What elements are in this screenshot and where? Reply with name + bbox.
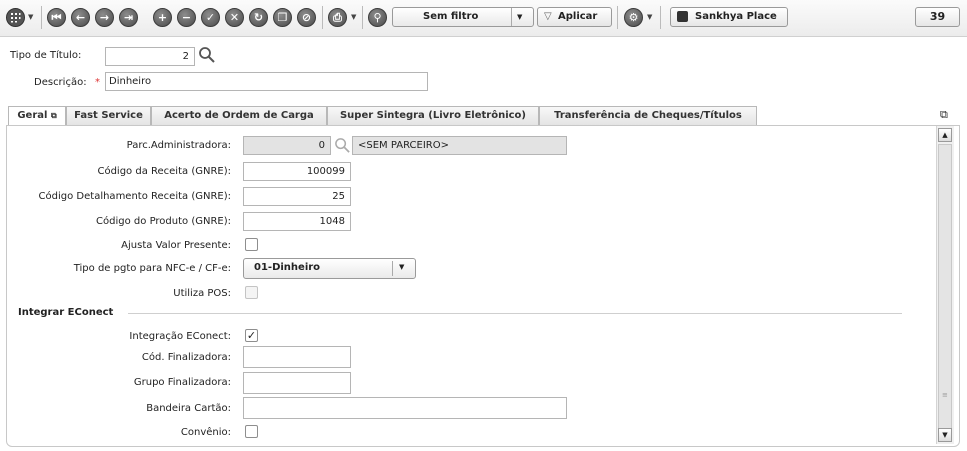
tab-super-sintegra[interactable]: Super Sintegra (Livro Eletrônico) [327, 106, 539, 125]
sankhya-place-button[interactable]: Sankhya Place [670, 7, 788, 27]
descricao-value: Dinheiro [109, 76, 152, 87]
apply-filter-button[interactable]: ▽ Aplicar [537, 7, 612, 27]
descricao-input[interactable]: Dinheiro [105, 72, 428, 91]
separator [41, 6, 42, 29]
cod-receita-label: Código da Receita (GNRE): [97, 166, 231, 177]
filter-icon[interactable]: ⚲ [368, 8, 387, 27]
scroll-up-icon[interactable]: ▲ [938, 128, 952, 142]
funnel-icon: ▽ [544, 11, 552, 22]
utiliza-pos-checkbox[interactable] [245, 286, 258, 299]
remove-icon[interactable]: − [177, 8, 196, 27]
tab-geral[interactable]: Geral ⧉ [8, 106, 66, 126]
cod-produto-input[interactable]: 1048 [243, 212, 351, 231]
parc-admin-value: 0 [318, 140, 325, 151]
tab-super-sintegra-label: Super Sintegra (Livro Eletrônico) [339, 110, 526, 121]
confirm-icon[interactable]: ✓ [201, 8, 220, 27]
filter-select-value: Sem filtro [423, 11, 479, 22]
parc-admin-label: Parc.Administradora: [126, 140, 231, 151]
cod-produto-label: Código do Produto (GNRE): [96, 216, 231, 227]
first-record-icon[interactable]: ⏮ [47, 8, 66, 27]
tipo-titulo-label: Tipo de Título: [10, 50, 82, 61]
tab-acerto-label: Acerto de Ordem de Carga [164, 110, 314, 121]
parc-admin-name-value: <SEM PARCEIRO> [358, 140, 449, 151]
ajusta-valor-label: Ajusta Valor Presente: [121, 240, 231, 251]
grid-menu-icon[interactable] [6, 8, 25, 27]
separator [617, 6, 618, 29]
cod-detalhamento-value: 25 [332, 191, 345, 202]
separator [660, 6, 661, 29]
section-divider [128, 313, 902, 314]
bandeira-cartao-label: Bandeira Cartão: [146, 403, 231, 414]
last-record-icon[interactable]: ⇥ [119, 8, 138, 27]
cod-receita-value: 100099 [306, 166, 345, 177]
cod-receita-input[interactable]: 100099 [243, 162, 351, 181]
tab-transferencia[interactable]: Transferência de Cheques/Títulos [539, 106, 757, 125]
chevron-down-icon[interactable]: ▼ [28, 13, 33, 21]
integracao-econect-label: Integração EConect: [129, 331, 231, 342]
cod-detalhamento-input[interactable]: 25 [243, 187, 351, 206]
record-count-badge: 39 [915, 7, 960, 27]
cancel-icon[interactable]: ✕ [225, 8, 244, 27]
chevron-down-icon[interactable]: ▼ [351, 13, 356, 21]
tab-transferencia-label: Transferência de Cheques/Títulos [554, 110, 742, 121]
cod-finalizadora-input[interactable] [243, 346, 351, 368]
bandeira-cartao-input[interactable] [243, 397, 567, 419]
chevron-down-icon: ▼ [399, 263, 405, 271]
chevron-down-icon: ▼ [517, 13, 523, 21]
detach-icon: ⧉ [50, 111, 57, 120]
toolbar: ▼ ⏮ ← → ⇥ + − ✓ ✕ ↻ ❐ ⊘ ⎙ ▼ ⚲ Sem filtro… [0, 0, 967, 37]
tab-fast-service-label: Fast Service [74, 110, 143, 121]
search-icon[interactable] [198, 46, 216, 67]
descricao-label: Descrição: [34, 77, 87, 88]
attach-icon[interactable]: ⊘ [297, 8, 316, 27]
scrollbar-thumb[interactable]: ≡ [938, 144, 952, 442]
refresh-icon[interactable]: ↻ [249, 8, 268, 27]
cod-detalhamento-label: Código Detalhamento Receita (GNRE): [38, 191, 231, 202]
separator [322, 6, 323, 29]
section-title-econect: Integrar EConect [18, 307, 114, 318]
convenio-label: Convênio: [180, 427, 231, 438]
tab-geral-label: Geral [17, 110, 48, 121]
tipo-pgto-select[interactable]: 01-Dinheiro ▼ [243, 258, 416, 279]
tipo-titulo-value: 2 [182, 51, 189, 62]
required-marker: * [95, 77, 100, 88]
utiliza-pos-label: Utiliza POS: [173, 288, 231, 299]
chevron-down-icon[interactable]: ▼ [647, 13, 652, 21]
ajusta-valor-checkbox[interactable] [245, 238, 258, 251]
cod-produto-value: 1048 [319, 216, 345, 227]
previous-record-icon[interactable]: ← [71, 8, 90, 27]
check-icon: ✓ [246, 329, 257, 342]
cod-finalizadora-label: Cód. Finalizadora: [141, 352, 231, 363]
convenio-checkbox[interactable] [245, 425, 258, 438]
wrench-icon[interactable]: ⚙ [624, 8, 643, 27]
apply-filter-label: Aplicar [558, 11, 598, 22]
store-icon [677, 11, 688, 22]
grupo-finalizadora-label: Grupo Finalizadora: [133, 377, 231, 388]
duplicate-icon[interactable]: ❐ [273, 8, 292, 27]
next-record-icon[interactable]: → [95, 8, 114, 27]
search-icon[interactable] [334, 137, 351, 157]
tab-acerto-ordem-carga[interactable]: Acerto de Ordem de Carga [151, 106, 327, 125]
tipo-pgto-value: 01-Dinheiro [254, 262, 321, 273]
separator [362, 6, 363, 29]
parc-admin-input[interactable]: 0 [243, 136, 331, 155]
tipo-titulo-input[interactable]: 2 [105, 47, 195, 66]
grupo-finalizadora-input[interactable] [243, 372, 351, 394]
integracao-econect-checkbox[interactable]: ✓ [245, 329, 258, 342]
parc-admin-name: <SEM PARCEIRO> [352, 136, 567, 155]
add-icon[interactable]: + [153, 8, 172, 27]
sankhya-place-label: Sankhya Place [695, 11, 777, 22]
filter-select[interactable]: Sem filtro ▼ [392, 7, 534, 27]
record-count: 39 [929, 10, 946, 23]
tab-fast-service[interactable]: Fast Service [66, 106, 151, 125]
print-icon[interactable]: ⎙ [328, 8, 347, 27]
scroll-down-icon[interactable]: ▼ [938, 428, 952, 442]
vertical-scrollbar[interactable]: ▲ ≡ ▼ [936, 126, 954, 444]
maximize-panel-icon[interactable]: ⧉ [940, 108, 948, 122]
tipo-pgto-label: Tipo de pgto para NFC-e / CF-e: [73, 263, 231, 274]
